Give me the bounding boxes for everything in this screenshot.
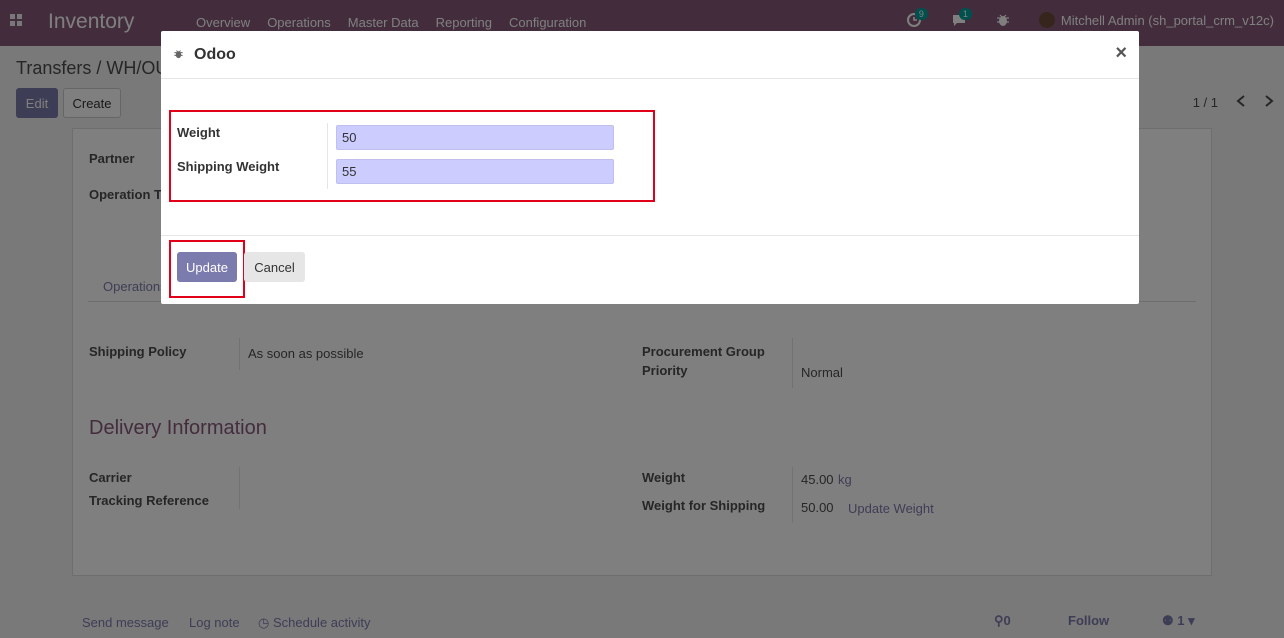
weight-input[interactable] (336, 125, 614, 150)
modal-title: Odoo (194, 46, 236, 63)
bug-icon (173, 48, 184, 63)
modal-header: Odoo × (161, 31, 1139, 79)
update-button[interactable]: Update (177, 252, 237, 282)
fields-highlight-box (169, 110, 655, 202)
shipping-weight-field-label: Shipping Weight (177, 159, 280, 174)
cancel-button[interactable]: Cancel (244, 252, 305, 282)
close-icon[interactable]: × (1115, 42, 1127, 65)
weight-field-label: Weight (177, 125, 221, 140)
modal-footer-divider (161, 235, 1139, 236)
shipping-weight-input[interactable] (336, 159, 614, 184)
update-weight-dialog: Odoo × Weight Shipping Weight Update Can… (161, 31, 1139, 304)
